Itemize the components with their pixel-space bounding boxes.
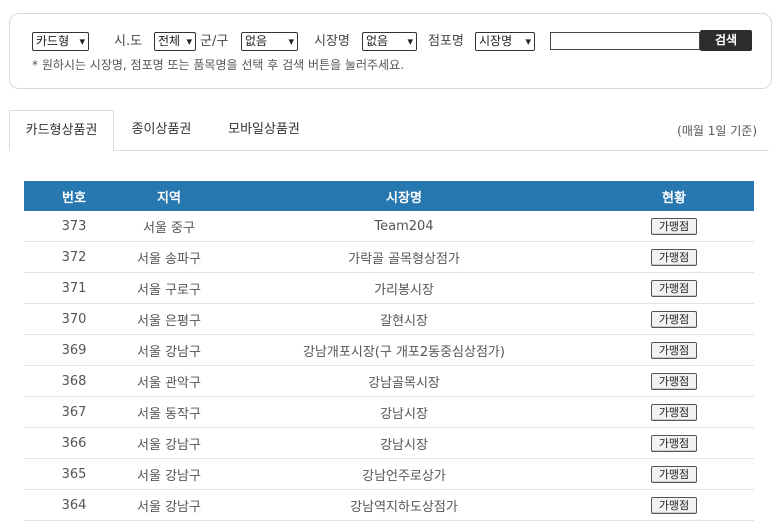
row-region: 서울 송파구	[137, 251, 201, 267]
table-row: 369 서울 강남구 강남개포시장(구 개포2동중심상점가) 가맹점	[24, 335, 754, 366]
row-market-name: 강남역지하도상점가	[350, 499, 458, 515]
row-region: 서울 중구	[143, 220, 195, 236]
row-region: 서울 동작구	[137, 406, 201, 422]
row-number: 365	[61, 466, 87, 482]
row-market-name: 가락골 골목형상점가	[348, 251, 460, 267]
header-status: 현황	[662, 190, 686, 206]
table-row: 373 서울 중구 Team204 가맹점	[24, 211, 754, 242]
sido-label: 시.도	[114, 34, 143, 49]
store-select-value: 시장명	[479, 34, 513, 48]
row-number: 371	[61, 280, 87, 296]
update-note: (매월 1일 기준)	[677, 124, 757, 138]
chevron-down-icon: ▾	[525, 35, 531, 48]
row-region: 서울 강남구	[137, 468, 201, 484]
table-row: 372 서울 송파구 가락골 골목형상점가 가맹점	[24, 242, 754, 273]
row-region: 서울 관악구	[137, 375, 201, 391]
chevron-down-icon: ▾	[407, 35, 413, 48]
header-number: 번호	[62, 190, 86, 206]
row-number: 364	[61, 497, 87, 513]
store-label: 점포명	[428, 34, 464, 49]
chevron-down-icon: ▾	[79, 35, 85, 48]
store-list-button[interactable]: 가맹점	[651, 248, 697, 266]
sido-select[interactable]: 전체 ▾	[154, 32, 196, 51]
sido-select-value: 전체	[158, 34, 181, 48]
row-market-name: 강남개포시장(구 개포2동중심상점가)	[303, 344, 505, 360]
row-region: 서울 은평구	[137, 313, 201, 329]
row-market-name: 강남시장	[380, 406, 428, 422]
row-number: 369	[61, 342, 87, 358]
row-number: 367	[61, 404, 87, 420]
market-select-value: 없음	[366, 34, 389, 48]
table-row: 368 서울 관악구 강남골목시장 가맹점	[24, 366, 754, 397]
chevron-down-icon: ▾	[186, 35, 192, 48]
table-row: 370 서울 은평구 갈현시장 가맹점	[24, 304, 754, 335]
row-region: 서울 강남구	[137, 344, 201, 360]
tab-mobile-voucher[interactable]: 모바일상품권	[214, 110, 314, 151]
row-region: 서울 구로구	[137, 282, 201, 298]
row-market-name: 강남시장	[380, 437, 428, 453]
search-panel: 카드형 ▾ 시.도 전체 ▾ 군/구 없음 ▾ 시장명 없음 ▾ 점포명 시장명…	[9, 13, 772, 89]
market-select[interactable]: 없음 ▾	[362, 32, 417, 51]
store-list-button[interactable]: 가맹점	[651, 310, 697, 328]
row-region: 서울 강남구	[137, 437, 201, 453]
table-row: 371 서울 구로구 가리봉시장 가맹점	[24, 273, 754, 304]
gugun-label: 군/구	[200, 34, 229, 49]
store-list-button[interactable]: 가맹점	[651, 434, 697, 452]
row-market-name: 강남골목시장	[368, 375, 440, 391]
chevron-down-icon: ▾	[288, 35, 294, 48]
row-market-name: Team204	[374, 218, 434, 234]
market-table: 번호 지역 시장명 현황 373 서울 중구 Team204 가맹점 372 서…	[24, 181, 754, 521]
market-label: 시장명	[314, 34, 350, 49]
row-number: 368	[61, 373, 87, 389]
table-row: 367 서울 동작구 강남시장 가맹점	[24, 397, 754, 428]
store-list-button[interactable]: 가맹점	[651, 372, 697, 390]
row-market-name: 강남언주로상가	[362, 468, 446, 484]
gugun-select-value: 없음	[245, 34, 268, 48]
header-region: 지역	[157, 190, 181, 206]
search-button[interactable]: 검색	[700, 30, 752, 51]
table-row: 366 서울 강남구 강남시장 가맹점	[24, 428, 754, 459]
store-list-button[interactable]: 가맹점	[651, 217, 697, 235]
tab-card-voucher[interactable]: 카드형상품권	[9, 110, 114, 151]
row-number: 373	[61, 218, 87, 234]
store-select[interactable]: 시장명 ▾	[475, 32, 535, 51]
row-number: 370	[61, 311, 87, 327]
store-list-button[interactable]: 가맹점	[651, 496, 697, 514]
table-header: 번호 지역 시장명 현황	[24, 181, 754, 211]
row-market-name: 가리봉시장	[374, 282, 434, 298]
keyword-input[interactable]	[550, 32, 700, 50]
header-market-name: 시장명	[386, 190, 422, 206]
table-row: 364 서울 강남구 강남역지하도상점가 가맹점	[24, 490, 754, 521]
search-hint: * 원하시는 시장명, 점포명 또는 품목명을 선택 후 검색 버튼을 눌러주세…	[32, 58, 404, 72]
gift-type-select-value: 카드형	[36, 34, 70, 48]
store-list-button[interactable]: 가맹점	[651, 341, 697, 359]
store-list-button[interactable]: 가맹점	[651, 403, 697, 421]
row-number: 372	[61, 249, 87, 265]
row-region: 서울 강남구	[137, 499, 201, 515]
gugun-select[interactable]: 없음 ▾	[241, 32, 298, 51]
tab-paper-voucher[interactable]: 종이상품권	[119, 110, 204, 151]
store-list-button[interactable]: 가맹점	[651, 279, 697, 297]
table-row: 365 서울 강남구 강남언주로상가 가맹점	[24, 459, 754, 490]
store-list-button[interactable]: 가맹점	[651, 465, 697, 483]
row-number: 366	[61, 435, 87, 451]
gift-type-tabs: 카드형상품권 종이상품권 모바일상품권 (매월 1일 기준)	[9, 110, 769, 152]
gift-type-select[interactable]: 카드형 ▾	[32, 32, 89, 51]
row-market-name: 갈현시장	[380, 313, 428, 329]
